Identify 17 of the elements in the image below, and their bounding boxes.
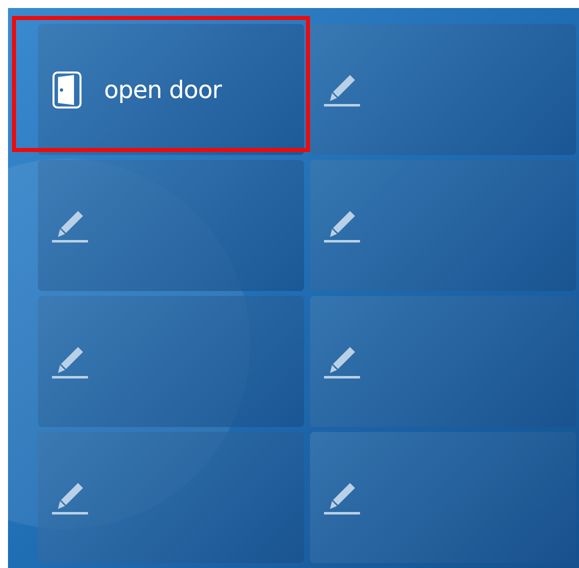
edit-icon (52, 480, 88, 514)
empty-tile[interactable] (38, 432, 304, 563)
edit-icon (324, 72, 360, 106)
tile-label: open door (104, 76, 222, 104)
empty-tile[interactable] (310, 160, 576, 291)
door-action-tile[interactable]: open door (38, 24, 304, 155)
empty-tile[interactable] (310, 296, 576, 427)
edit-icon (52, 208, 88, 242)
edit-icon (324, 480, 360, 514)
edit-icon (52, 344, 88, 378)
empty-tile[interactable] (310, 432, 576, 563)
edit-icon (324, 208, 360, 242)
door-icon (52, 70, 82, 108)
empty-tile[interactable] (38, 296, 304, 427)
edit-icon (324, 344, 360, 378)
empty-tile[interactable] (38, 160, 304, 291)
empty-tile[interactable] (310, 24, 576, 155)
